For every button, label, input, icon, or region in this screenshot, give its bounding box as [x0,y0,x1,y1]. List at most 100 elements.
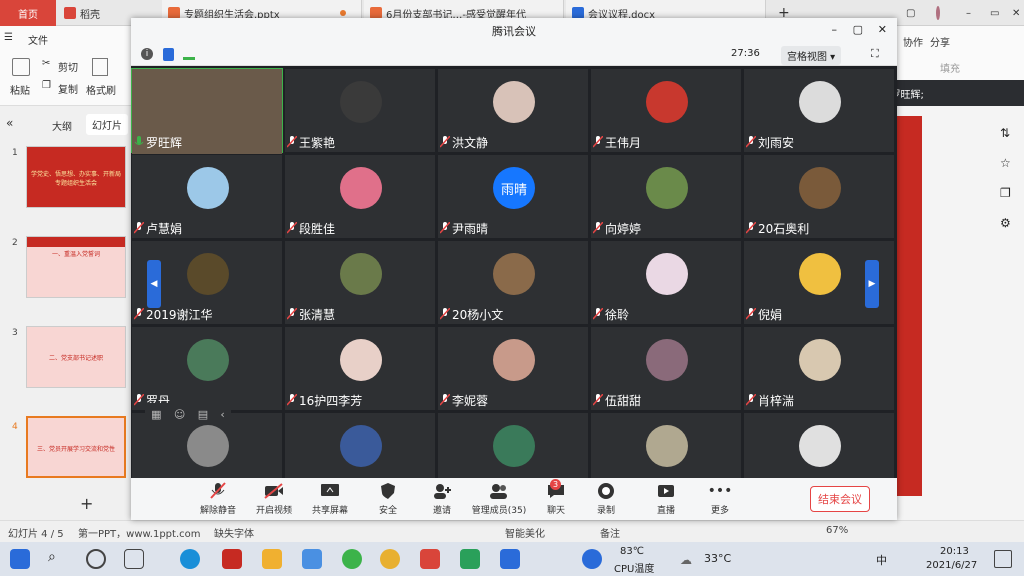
edge-icon[interactable] [180,549,200,569]
end-meeting-button[interactable]: 结束会议 [810,486,870,512]
slide-thumbnail-4[interactable]: 三、党员开展学习交流和党性 [26,416,126,478]
tab-home[interactable]: 首页 [0,0,56,26]
collapse-icon[interactable]: « [6,116,13,130]
participant-name: 16护四李芳 [299,393,363,408]
info-icon[interactable]: i [141,48,153,60]
security-shield-icon[interactable] [163,48,174,61]
outline-tab[interactable]: 大纲 [52,118,72,133]
participant-tile[interactable]: 卢慧娟 [131,154,283,239]
chat-button[interactable]: 3 聊天 [531,479,581,516]
invite-button[interactable]: 邀请 [417,482,467,516]
task-view-icon[interactable] [124,549,144,569]
more-label: 更多 [710,506,729,516]
format-painter-button[interactable]: 格式刷 [86,82,116,97]
side-tool-icon[interactable]: ⇅ [1000,126,1010,140]
share-screen-button[interactable]: 共享屏幕 [305,482,355,516]
paste-button[interactable]: 粘贴 [10,82,30,97]
emoji-icon[interactable]: ☺ [174,408,185,421]
participant-tile[interactable]: 罗旺辉 [131,68,283,154]
unmute-button[interactable]: 解除静音 [193,482,243,516]
window-count-icon[interactable]: ▢ [900,0,916,26]
close-icon[interactable]: ✕ [1006,0,1022,26]
participant-name: 张清慧 [299,307,336,322]
more-button[interactable]: ••• 更多 [695,482,745,516]
next-page-arrow[interactable]: ▶ [865,260,879,308]
slide-thumbnail-3[interactable]: 二、党支部书记述职 [26,326,126,388]
chevron-left-icon[interactable]: ‹ [220,408,224,421]
menu-icon[interactable]: ☰ [4,32,13,43]
side-tool-icon[interactable]: ⚙ [1000,216,1011,230]
maximize-icon[interactable]: ▢ [853,23,863,36]
live-button[interactable]: 直播 [641,482,691,516]
cortana-icon[interactable] [86,549,106,569]
view-mode-dropdown[interactable]: 宫格视图 ▾ [781,46,842,65]
add-slide-button[interactable]: + [80,494,93,513]
collab-button[interactable]: 协作 [903,34,923,49]
fullscreen-icon[interactable]: ⛶ [871,47,879,61]
notification-icon[interactable] [994,550,1012,568]
participant-tile[interactable]: 16护四李芳 [284,326,436,411]
cut-icon[interactable]: ✂ [42,58,50,69]
participant-tile[interactable]: 刘雨安 [743,68,895,153]
participant-tile[interactable]: 20杨小文 [437,240,589,325]
zoom-level[interactable]: 67% [826,525,848,536]
prev-page-arrow[interactable]: ◀ [147,260,161,308]
restore-icon[interactable]: ▭ [984,0,1000,26]
help-icon[interactable] [582,549,602,569]
beautify-button[interactable]: 智能美化 [505,525,545,540]
weather-icon: ☁ [680,553,692,567]
format-painter-icon[interactable] [92,58,108,76]
participant-tile[interactable]: 20石奥利 [743,154,895,239]
participant-tile[interactable]: 向婷婷 [590,154,742,239]
spreadsheet-icon[interactable] [460,549,480,569]
participant-tile[interactable]: 肖梓湍 [743,326,895,411]
close-icon[interactable]: ✕ [878,23,887,36]
chrome-icon[interactable] [380,549,400,569]
wechat-icon[interactable] [342,549,362,569]
slide-thumbnail-1[interactable]: 学党史、悟思想、办实事、开新局 专题组织生活会 [26,146,126,208]
layout-icon[interactable]: ▦ [151,408,161,421]
clock-time: 20:13 [940,546,969,557]
mcafee-icon[interactable] [222,549,242,569]
store-icon[interactable] [302,549,322,569]
side-tool-icon[interactable]: ☆ [1000,156,1011,170]
participant-tile[interactable]: 雨晴 尹雨晴 [437,154,589,239]
user-avatar[interactable] [930,0,946,26]
participant-tile[interactable]: 洪文静 [437,68,589,153]
file-explorer-icon[interactable] [262,549,282,569]
security-button[interactable]: 安全 [363,482,413,516]
participant-tile[interactable]: 王紫艳 [284,68,436,153]
manage-members-button[interactable]: 管理成员(35) [471,482,527,516]
participant-tile[interactable]: 罗丹 [131,326,283,411]
slide-thumbnail-2[interactable]: 一、重温入党誓词 [26,236,126,298]
minimize-icon[interactable]: – [832,23,838,36]
participant-tile[interactable]: 李妮蓉 [437,326,589,411]
file-menu[interactable]: 文件 [28,32,48,47]
missing-font[interactable]: 缺失字体 [214,525,254,540]
slides-tab[interactable]: 幻灯片 [86,114,128,135]
copy-button[interactable]: 复制 [58,81,78,96]
participant-tile[interactable]: 段胜佳 [284,154,436,239]
record-button[interactable]: 录制 [581,482,631,516]
cut-button[interactable]: 剪切 [58,59,78,74]
participant-nameplate: 肖梓湍 [745,392,794,408]
notes-button[interactable]: 备注 [600,525,620,540]
participant-tile[interactable]: 王伟月 [590,68,742,153]
wps-icon[interactable] [420,549,440,569]
side-tool-icon[interactable]: ❐ [1000,186,1011,200]
participant-tile[interactable]: 张清慧 [284,240,436,325]
search-icon[interactable]: ⌕ [48,549,68,569]
minimize-icon[interactable]: – [960,0,976,26]
participant-tile[interactable]: 徐聆 [590,240,742,325]
ime-indicator[interactable]: 中 [876,552,887,568]
tencent-meeting-icon[interactable] [500,549,520,569]
windows-start-icon[interactable] [10,549,30,569]
fill-button[interactable]: 填充 [940,60,960,75]
paste-icon[interactable] [12,58,30,76]
grid-controls[interactable]: ▦ ☺ ▤ ‹ [145,403,231,425]
chat-bubble-icon[interactable]: ▤ [198,408,208,421]
copy-icon[interactable]: ❐ [42,80,51,91]
share-button[interactable]: 分享 [930,34,950,49]
video-button[interactable]: 开启视频 [249,482,299,516]
participant-tile[interactable]: 伍甜甜 [590,326,742,411]
